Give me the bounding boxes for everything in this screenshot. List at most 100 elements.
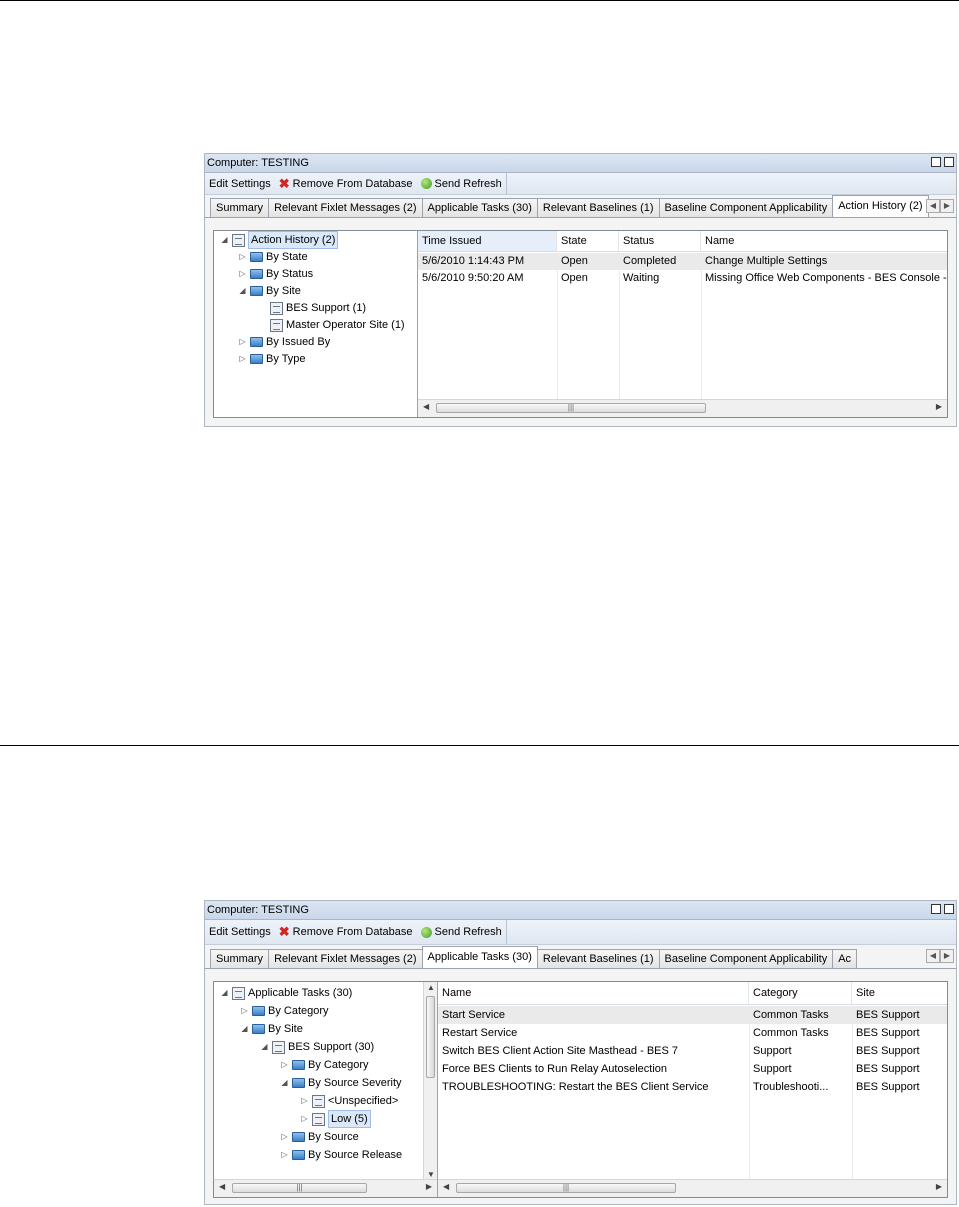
- expand-arrow-icon[interactable]: ▷: [238, 351, 247, 367]
- table-row[interactable]: Force BES Clients to Run Relay Autoselec…: [438, 1060, 947, 1078]
- tree-vertical-scrollbar[interactable]: ▲ ▼: [423, 982, 437, 1180]
- separator-rule: [0, 745, 959, 746]
- tree-node-by-type[interactable]: ▷ By Type: [238, 351, 305, 367]
- tree-node-by-category[interactable]: ▷ By Category: [240, 1003, 328, 1019]
- tab-baseline-component-applicability[interactable]: Baseline Component Applicability: [658, 949, 834, 968]
- column-header-time-issued[interactable]: Time Issued: [418, 231, 557, 251]
- scroll-left-icon[interactable]: ◀: [443, 1182, 449, 1191]
- scrollbar-thumb[interactable]: |||: [436, 403, 706, 413]
- expand-arrow-icon[interactable]: ▷: [300, 1093, 309, 1109]
- tab-relevant-baselines[interactable]: Relevant Baselines (1): [536, 198, 660, 217]
- tab-relevant-baselines[interactable]: Relevant Baselines (1): [536, 949, 660, 968]
- send-refresh-button[interactable]: Send Refresh: [417, 173, 507, 194]
- action-icon: [270, 301, 283, 315]
- horizontal-scrollbar[interactable]: ◀ ||| ▶: [438, 1179, 947, 1197]
- expand-arrow-icon[interactable]: ▷: [280, 1129, 289, 1145]
- tree-node-by-source-release[interactable]: ▷ By Source Release: [280, 1147, 402, 1163]
- tree-node-by-issued-by[interactable]: ▷ By Issued By: [238, 334, 330, 350]
- horizontal-scrollbar[interactable]: ◀ ||| ▶: [418, 399, 947, 417]
- edit-settings-button[interactable]: Edit Settings: [205, 920, 275, 944]
- tree-node-applicable-tasks[interactable]: ◢ Applicable Tasks (30): [220, 985, 352, 1001]
- tree-node-bes-support[interactable]: BES Support (1): [270, 300, 366, 316]
- scrollbar-thumb[interactable]: [426, 996, 435, 1078]
- list-icon: [232, 986, 245, 1000]
- table-row[interactable]: Restart Service Common Tasks BES Support: [438, 1024, 947, 1042]
- tree-node-bes-support[interactable]: ◢ BES Support (30): [260, 1039, 374, 1055]
- column-header-state[interactable]: State: [557, 231, 619, 251]
- tree-node-by-site[interactable]: ◢ By Site: [238, 283, 300, 299]
- collapse-arrow-icon[interactable]: ◢: [220, 985, 229, 1001]
- red-x-icon: ✖: [278, 924, 290, 939]
- maximize-window-icon[interactable]: [944, 904, 954, 914]
- table-row[interactable]: 5/6/2010 1:14:43 PM Open Completed Chang…: [418, 253, 947, 270]
- scroll-right-icon[interactable]: ▶: [426, 1182, 432, 1191]
- scroll-left-icon[interactable]: ◀: [423, 402, 429, 411]
- panel-titlebar: Computer: TESTING: [205, 154, 956, 173]
- tab-relevant-fixlet-messages[interactable]: Relevant Fixlet Messages (2): [268, 198, 423, 217]
- collapse-arrow-icon[interactable]: ◢: [220, 232, 229, 248]
- scroll-up-icon[interactable]: ▲: [427, 983, 435, 992]
- tab-applicable-tasks[interactable]: Applicable Tasks (30): [421, 198, 538, 217]
- tree-node-low[interactable]: ▷ Low (5): [300, 1110, 371, 1128]
- scroll-right-icon[interactable]: ▶: [936, 402, 942, 411]
- table-row[interactable]: TROUBLESHOOTING: Restart the BES Client …: [438, 1078, 947, 1096]
- tree-node-by-category-sub[interactable]: ▷ By Category: [280, 1057, 368, 1073]
- table-row[interactable]: Switch BES Client Action Site Masthead -…: [438, 1042, 947, 1060]
- expand-arrow-icon[interactable]: ▷: [280, 1147, 289, 1163]
- column-header-name[interactable]: Name: [438, 982, 749, 1004]
- remove-from-database-button[interactable]: ✖ Remove From Database: [275, 173, 417, 194]
- tab-baseline-component-applicability[interactable]: Baseline Component Applicability: [658, 198, 834, 217]
- tree-node-master-operator-site[interactable]: Master Operator Site (1): [270, 317, 405, 333]
- maximize-window-icon[interactable]: [944, 157, 954, 167]
- tree-horizontal-scrollbar[interactable]: ◀ ||| ▶: [214, 1179, 437, 1197]
- scroll-left-icon[interactable]: ◀: [219, 1182, 225, 1191]
- tree-node-action-history[interactable]: ◢ Action History (2): [220, 231, 339, 249]
- collapse-arrow-icon[interactable]: ◢: [238, 283, 247, 299]
- table-row[interactable]: Start Service Common Tasks BES Support: [438, 1006, 947, 1024]
- collapse-arrow-icon[interactable]: ◢: [260, 1039, 269, 1055]
- tab-summary[interactable]: Summary: [210, 949, 270, 968]
- tab-scroll-left-icon[interactable]: ◀: [926, 199, 940, 213]
- restore-window-icon[interactable]: [931, 904, 941, 914]
- computer-panel-action-history: Computer: TESTING Edit Settings ✖ Remove …: [204, 153, 957, 427]
- expand-arrow-icon[interactable]: ▷: [238, 334, 247, 350]
- tree-node-by-source-severity[interactable]: ◢ By Source Severity: [280, 1075, 401, 1091]
- tree-node-by-site[interactable]: ◢ By Site: [240, 1021, 302, 1037]
- edit-settings-button[interactable]: Edit Settings: [205, 173, 275, 194]
- tree-node-unspecified[interactable]: ▷ <Unspecified>: [300, 1093, 398, 1109]
- tree-pane: ◢ Action History (2) ▷ By State ▷ By Statu…: [214, 231, 418, 417]
- expand-arrow-icon[interactable]: ▷: [300, 1111, 309, 1127]
- scroll-down-icon[interactable]: ▼: [427, 1170, 435, 1179]
- tab-scroll-right-icon[interactable]: ▶: [940, 949, 954, 963]
- expand-arrow-icon[interactable]: ▷: [280, 1057, 289, 1073]
- table-row[interactable]: 5/6/2010 9:50:20 AM Open Waiting Missing…: [418, 270, 947, 287]
- send-refresh-button[interactable]: Send Refresh: [417, 920, 507, 944]
- tab-summary[interactable]: Summary: [210, 198, 270, 217]
- column-header-status[interactable]: Status: [619, 231, 701, 251]
- scrollbar-thumb[interactable]: |||: [232, 1183, 367, 1193]
- column-header-row: Name Category Site: [438, 982, 947, 1005]
- tab-relevant-fixlet-messages[interactable]: Relevant Fixlet Messages (2): [268, 949, 423, 968]
- tree-node-by-state[interactable]: ▷ By State: [238, 249, 307, 265]
- refresh-icon: [420, 178, 432, 189]
- panel-title: Computer: TESTING: [207, 157, 309, 169]
- collapse-arrow-icon[interactable]: ◢: [280, 1075, 289, 1091]
- tab-action-history[interactable]: Action History (2): [832, 195, 929, 217]
- tab-scroll-left-icon[interactable]: ◀: [926, 949, 940, 963]
- expand-arrow-icon[interactable]: ▷: [238, 249, 247, 265]
- remove-from-database-button[interactable]: ✖ Remove From Database: [275, 920, 417, 944]
- tab-action-history[interactable]: Ac: [832, 949, 858, 968]
- scroll-right-icon[interactable]: ▶: [936, 1182, 942, 1191]
- scrollbar-thumb[interactable]: |||: [456, 1183, 676, 1193]
- column-header-name[interactable]: Name: [701, 231, 947, 251]
- restore-window-icon[interactable]: [931, 157, 941, 167]
- expand-arrow-icon[interactable]: ▷: [238, 266, 247, 282]
- tree-node-by-source[interactable]: ▷ By Source: [280, 1129, 358, 1145]
- column-header-site[interactable]: Site: [852, 982, 947, 1004]
- tab-scroll-right-icon[interactable]: ▶: [940, 199, 954, 213]
- expand-arrow-icon[interactable]: ▷: [240, 1003, 249, 1019]
- collapse-arrow-icon[interactable]: ◢: [240, 1021, 249, 1037]
- column-header-category[interactable]: Category: [749, 982, 852, 1004]
- tree-node-by-status[interactable]: ▷ By Status: [238, 266, 313, 282]
- tab-applicable-tasks[interactable]: Applicable Tasks (30): [421, 946, 538, 968]
